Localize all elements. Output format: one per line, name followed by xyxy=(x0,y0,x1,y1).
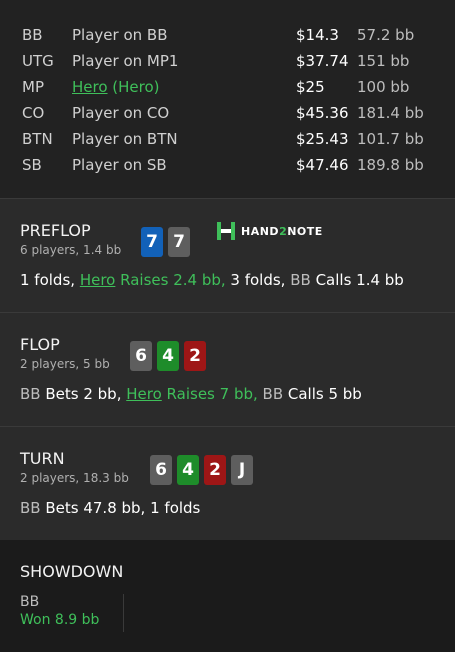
player-name: Player on CO xyxy=(72,104,170,122)
showdown-winnings: Won 8.9 bb xyxy=(20,612,100,628)
player-stack-bb: 181.4 bb xyxy=(357,104,424,122)
card: 4 xyxy=(177,455,199,485)
card: 2 xyxy=(184,341,206,371)
player-stack-bb: 101.7 bb xyxy=(357,130,424,148)
brand-text: HAND2NOTE xyxy=(241,224,323,238)
street-title: TURN xyxy=(20,449,65,468)
player-position: MP xyxy=(22,78,44,96)
player-row: BTN Player on BTN $25.43 101.7 bb xyxy=(22,126,424,152)
player-row: UTG Player on MP1 $37.74 151 bb xyxy=(22,48,424,74)
player-position: UTG xyxy=(22,52,54,70)
player-stack: $25 xyxy=(296,78,325,96)
player-name: Hero (Hero) xyxy=(72,74,296,100)
showdown-section: SHOWDOWN BB Won 8.9 bb xyxy=(0,540,455,652)
card: 7 xyxy=(141,227,163,257)
card: 6 xyxy=(150,455,172,485)
street-actions: BB Bets 2 bb, Hero Raises 7 bb, BB Calls… xyxy=(20,385,362,403)
player-position: SB xyxy=(22,156,42,174)
card: 4 xyxy=(157,341,179,371)
hero-link[interactable]: Hero xyxy=(80,271,116,289)
player-stack-bb: 100 bb xyxy=(357,78,410,96)
street-title: SHOWDOWN xyxy=(20,562,124,581)
player-name: Player on BB xyxy=(72,26,168,44)
player-stack-bb: 189.8 bb xyxy=(357,156,424,174)
player-name: Player on MP1 xyxy=(72,52,179,70)
street-subtitle: 2 players, 18.3 bb xyxy=(20,471,129,485)
player-stack: $37.74 xyxy=(296,52,349,70)
player-row: CO Player on CO $45.36 181.4 bb xyxy=(22,100,424,126)
hand2note-logo: HAND2NOTE xyxy=(216,221,323,241)
street-actions: BB Bets 47.8 bb, 1 folds xyxy=(20,499,201,517)
hero-suffix: (Hero) xyxy=(107,78,160,96)
board-cards: 6 4 2 xyxy=(130,341,206,371)
hand2note-icon xyxy=(217,222,235,240)
player-stack-bb: 151 bb xyxy=(357,52,410,70)
card: J xyxy=(231,455,253,485)
street-title: PREFLOP xyxy=(20,221,91,240)
player-stack: $25.43 xyxy=(296,130,349,148)
player-name: Player on BTN xyxy=(72,130,178,148)
player-position: BB xyxy=(22,26,43,44)
showdown-result: BB Won 8.9 bb xyxy=(20,594,124,632)
card: 6 xyxy=(130,341,152,371)
street-subtitle: 6 players, 1.4 bb xyxy=(20,243,122,257)
street-title: FLOP xyxy=(20,335,60,354)
hole-cards: 7 7 xyxy=(141,227,190,257)
hero-link[interactable]: Hero xyxy=(72,78,108,96)
showdown-player: BB xyxy=(20,594,40,610)
turn-section: TURN 2 players, 18.3 bb 6 4 2 J BB Bets … xyxy=(0,426,455,540)
hero-link[interactable]: Hero xyxy=(126,385,162,403)
street-subtitle: 2 players, 5 bb xyxy=(20,357,110,371)
player-row: BB Player on BB $14.3 57.2 bb xyxy=(22,22,424,48)
player-row-hero: MP Hero (Hero) $25 100 bb xyxy=(22,74,424,100)
player-row: SB Player on SB $47.46 189.8 bb xyxy=(22,152,424,178)
player-stack: $45.36 xyxy=(296,104,349,122)
player-position: CO xyxy=(22,104,45,122)
player-stack-bb: 57.2 bb xyxy=(357,26,415,44)
player-name: Player on SB xyxy=(72,156,167,174)
flop-section: FLOP 2 players, 5 bb 6 4 2 BB Bets 2 bb,… xyxy=(0,312,455,426)
player-position: BTN xyxy=(22,130,53,148)
street-actions: 1 folds, Hero Raises 2.4 bb, 3 folds, BB… xyxy=(20,271,404,289)
players-panel: BB Player on BB $14.3 57.2 bb UTG Player… xyxy=(0,0,455,198)
preflop-section: PREFLOP 6 players, 1.4 bb 7 7 HAND2NOTE … xyxy=(0,198,455,312)
board-cards: 6 4 2 J xyxy=(150,455,253,485)
players-table: BB Player on BB $14.3 57.2 bb UTG Player… xyxy=(22,22,424,178)
player-stack: $14.3 xyxy=(296,26,339,44)
player-stack: $47.46 xyxy=(296,156,349,174)
card: 7 xyxy=(168,227,190,257)
card: 2 xyxy=(204,455,226,485)
